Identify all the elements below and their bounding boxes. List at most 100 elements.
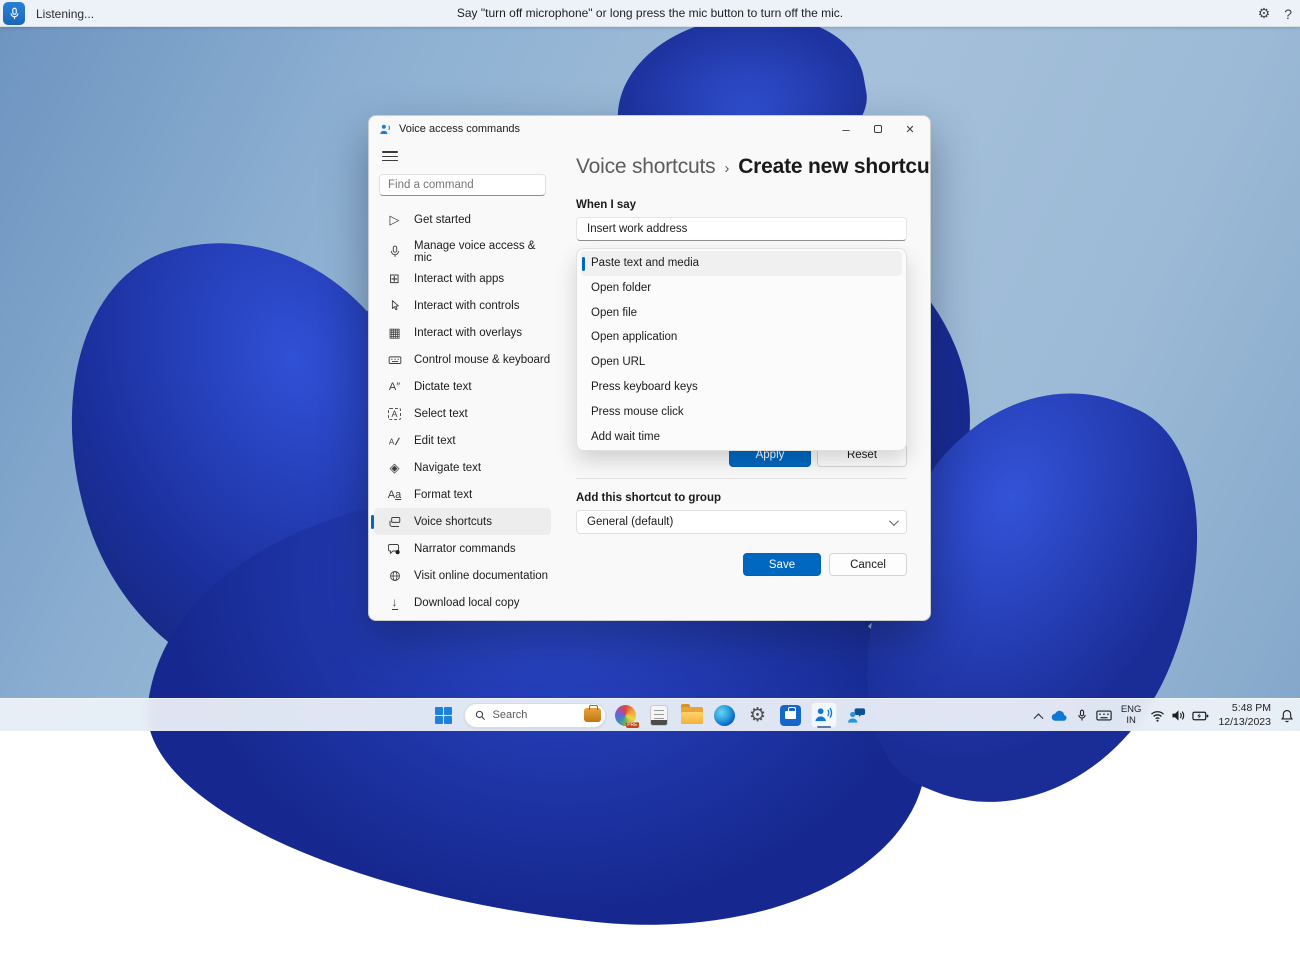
sidebar-item-format-text[interactable]: Aa Format text <box>374 481 551 508</box>
save-button[interactable]: Save <box>743 553 821 576</box>
breadcrumb: Voice shortcuts › Create new shortcut <box>576 155 931 179</box>
taskbar: PRE ⚙ <box>0 698 1300 731</box>
dropdown-item-paste-text-and-media[interactable]: Paste text and media <box>581 251 902 276</box>
sidebar-item-select-text[interactable]: A Select text <box>374 400 551 427</box>
narrator-icon <box>386 543 403 555</box>
play-icon: ▷ <box>386 212 403 228</box>
system-tray: ENG IN 5:48 PM 12/13/2023 <box>1035 699 1294 732</box>
taskbar-search-input[interactable] <box>493 709 577 721</box>
sidebar-item-interact-with-controls[interactable]: Interact with controls <box>374 292 551 319</box>
dropdown-item-open-file[interactable]: Open file <box>581 301 902 326</box>
sidebar-item-interact-with-overlays[interactable]: ▦ Interact with overlays <box>374 319 551 346</box>
sidebar-item-download-local-copy[interactable]: ↓ Download local copy <box>374 589 551 616</box>
voice-help-icon[interactable]: ? <box>1284 6 1292 22</box>
taskbar-app-settings[interactable]: ⚙ <box>745 702 771 728</box>
onedrive-cloud-icon[interactable] <box>1051 710 1068 722</box>
overlay-grid-icon: ▦ <box>386 325 403 341</box>
format-text-icon: Aa <box>386 489 403 501</box>
dropdown-item-open-url[interactable]: Open URL <box>581 350 902 375</box>
group-select-value: General (default) <box>587 516 673 528</box>
wifi-icon[interactable] <box>1150 709 1165 722</box>
touch-keyboard-icon[interactable] <box>1096 710 1112 721</box>
sidebar-nav: ▷ Get started Manage voice access & mic … <box>369 206 556 562</box>
dropdown-item-add-wait-time[interactable]: Add wait time <box>581 425 902 450</box>
taskbar-app-voice-access[interactable] <box>811 702 837 728</box>
cancel-button[interactable]: Cancel <box>829 553 907 576</box>
sidebar-item-get-started[interactable]: ▷ Get started <box>374 206 551 233</box>
language-indicator[interactable]: ENG IN <box>1121 705 1142 726</box>
sidebar-footer: Visit online documentation ↓ Download lo… <box>369 562 556 616</box>
listening-status: Listening... <box>36 0 94 27</box>
group-select[interactable]: General (default) <box>576 510 907 534</box>
maximize-button[interactable] <box>862 116 894 142</box>
globe-icon <box>386 570 403 582</box>
command-search-box[interactable] <box>379 174 546 196</box>
search-icon <box>475 710 486 721</box>
action-type-dropdown: Paste text and media Open folder Open fi… <box>576 248 907 451</box>
sidebar-item-control-mouse-keyboard[interactable]: Control mouse & keyboard <box>374 346 551 373</box>
notification-bell-icon[interactable] <box>1280 709 1294 723</box>
download-icon: ↓ <box>386 596 403 610</box>
page-title: Create new shortcut <box>738 155 931 179</box>
dictate-icon: A″ <box>386 381 403 393</box>
taskbar-app-store[interactable] <box>778 702 804 728</box>
voice-access-app-icon <box>379 123 392 136</box>
sidebar: ▷ Get started Manage voice access & mic … <box>369 142 556 621</box>
sidebar-item-interact-with-apps[interactable]: ⊞ Interact with apps <box>374 265 551 292</box>
voice-settings-gear-icon[interactable]: ⚙ <box>1258 5 1271 22</box>
apps-grid-icon: ⊞ <box>386 271 403 287</box>
preview-badge: PRE <box>626 722 639 728</box>
section-divider <box>576 478 907 479</box>
feedback-person-chat-icon <box>847 706 866 724</box>
sidebar-item-dictate-text[interactable]: A″ Dictate text <box>374 373 551 400</box>
voice-access-icon <box>814 706 833 724</box>
colorful-app-icon: PRE <box>615 705 636 726</box>
window-title: Voice access commands <box>399 123 520 135</box>
save-buttons-row: Save Cancel <box>743 553 907 576</box>
dropdown-item-press-mouse-click[interactable]: Press mouse click <box>581 400 902 425</box>
edit-text-icon: A <box>386 435 403 447</box>
breadcrumb-voice-shortcuts[interactable]: Voice shortcuts <box>576 155 715 179</box>
taskbar-app-feedback[interactable] <box>844 702 870 728</box>
keyboard-icon <box>386 354 403 366</box>
dropdown-item-open-folder[interactable]: Open folder <box>581 276 902 301</box>
taskbar-app-file-explorer[interactable] <box>679 702 705 728</box>
mic-icon <box>9 7 20 21</box>
sidebar-item-edit-text[interactable]: A Edit text <box>374 427 551 454</box>
clock[interactable]: 5:48 PM 12/13/2023 <box>1218 702 1271 728</box>
sidebar-item-online-documentation[interactable]: Visit online documentation <box>374 562 551 589</box>
mic-icon <box>386 245 403 258</box>
minimize-button[interactable]: – <box>830 116 862 142</box>
store-icon <box>780 705 801 726</box>
window-titlebar[interactable]: Voice access commands – ✕ <box>369 116 930 142</box>
sidebar-item-navigate-text[interactable]: ◈ Navigate text <box>374 454 551 481</box>
dropdown-item-press-keyboard-keys[interactable]: Press keyboard keys <box>581 375 902 400</box>
microphone-button[interactable] <box>3 2 25 25</box>
gear-icon: ⚙ <box>749 704 766 727</box>
speaker-icon[interactable] <box>1171 709 1186 722</box>
maximize-icon <box>874 125 882 133</box>
battery-charging-icon[interactable] <box>1192 710 1209 722</box>
group-label: Add this shortcut to group <box>576 492 721 504</box>
shortcut-name-input[interactable] <box>576 217 907 241</box>
taskbar-search-box[interactable] <box>464 703 606 728</box>
main-pane: Voice shortcuts › Create new shortcut Wh… <box>556 142 930 621</box>
dropdown-item-open-application[interactable]: Open application <box>581 325 902 350</box>
chevron-down-icon <box>889 516 899 526</box>
svg-text:A: A <box>389 437 395 446</box>
taskbar-app-notepad[interactable] <box>646 702 672 728</box>
taskbar-app-edge[interactable] <box>712 702 738 728</box>
select-text-icon: A <box>386 408 403 420</box>
hidden-icons-chevron-icon[interactable] <box>1033 713 1043 723</box>
microphone-tray-icon[interactable] <box>1077 709 1087 722</box>
voice-instruction-text: Say "turn off microphone" or long press … <box>0 6 1300 20</box>
taskbar-app-preview-suite[interactable]: PRE <box>613 702 639 728</box>
hamburger-menu-icon[interactable] <box>377 147 403 166</box>
command-search-input[interactable] <box>380 179 550 191</box>
start-button[interactable] <box>431 702 457 728</box>
sidebar-item-voice-shortcuts[interactable]: Voice shortcuts <box>374 508 551 535</box>
close-button[interactable]: ✕ <box>894 116 926 142</box>
sidebar-item-narrator-commands[interactable]: Narrator commands <box>374 535 551 562</box>
sidebar-item-manage-voice-access[interactable]: Manage voice access & mic <box>374 238 551 265</box>
voice-shortcuts-icon <box>386 516 403 528</box>
